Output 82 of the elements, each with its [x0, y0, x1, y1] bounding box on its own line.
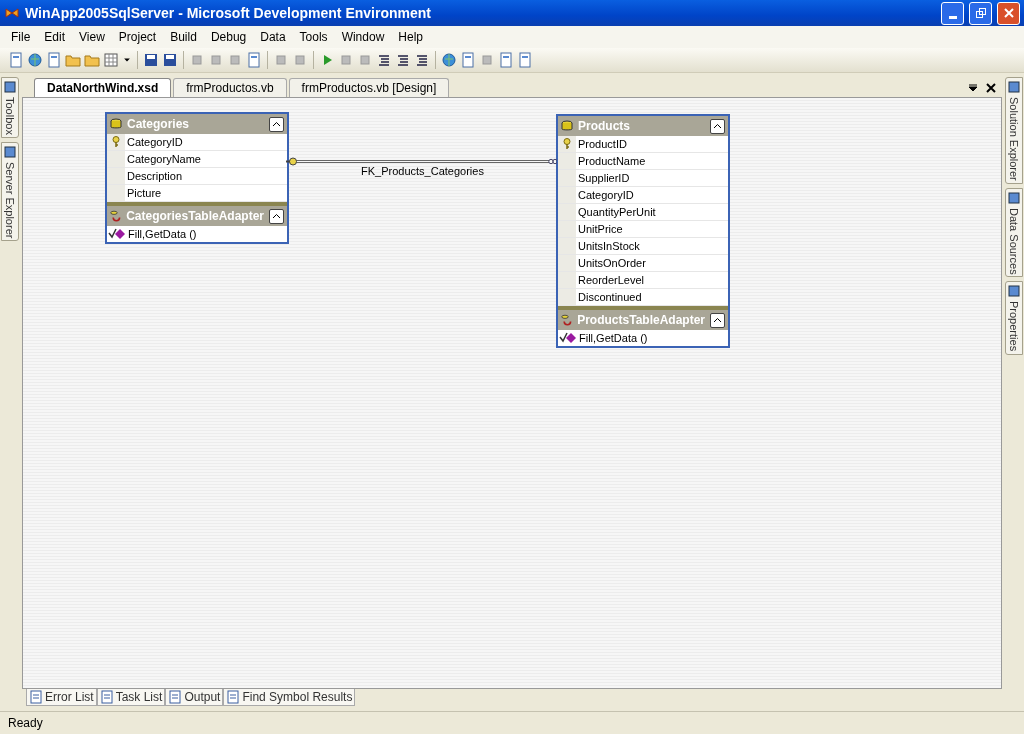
menu-item[interactable]: Data — [253, 28, 293, 46]
restore-icon — [974, 7, 987, 19]
adapter-name: CategoriesTableAdapter — [126, 209, 264, 223]
query-name[interactable]: Fill,GetData () — [579, 332, 648, 344]
adapter-icon — [561, 313, 573, 327]
folder-icon[interactable] — [84, 52, 100, 68]
key-icon — [111, 136, 121, 148]
minimize-button[interactable] — [941, 1, 964, 25]
relationship-connector[interactable] — [285, 157, 557, 166]
restore-button[interactable] — [969, 1, 992, 25]
open-folder-icon[interactable] — [65, 52, 81, 68]
tool-icon — [3, 144, 17, 159]
method-icon — [559, 332, 577, 344]
menu-item[interactable]: Project — [111, 28, 164, 46]
column-name[interactable]: Discontinued — [576, 291, 642, 303]
table-shape[interactable]: Categories CategoryID CategoryName Description Picture CategoriesTableAdapter Fill,GetData () — [105, 112, 289, 244]
column-name[interactable]: SupplierID — [576, 172, 630, 184]
save-all-icon[interactable] — [162, 52, 178, 68]
dock-tab[interactable]: Toolbox — [1, 77, 19, 138]
column-name[interactable]: QuantityPerUnit — [576, 206, 656, 218]
method-icon — [108, 228, 126, 240]
column-name[interactable]: CategoryID — [125, 136, 183, 148]
database-table-icon — [110, 118, 122, 130]
dropdown-icon[interactable] — [968, 83, 978, 93]
dock-tab[interactable]: Properties — [1005, 281, 1023, 355]
column-name[interactable]: UnitsInStock — [576, 240, 640, 252]
row-selector[interactable] — [107, 134, 125, 150]
document-tab[interactable]: frmProductos.vb [Design] — [288, 78, 450, 97]
minimize-icon — [948, 15, 957, 19]
dock-tab[interactable]: Server Explorer — [1, 141, 19, 242]
relationship-label: FK_Products_Categories — [361, 165, 484, 177]
column-name[interactable]: Description — [125, 170, 183, 182]
save-icon[interactable] — [143, 52, 159, 68]
column-name[interactable]: UnitPrice — [576, 223, 623, 235]
adapter-name: ProductsTableAdapter — [577, 313, 705, 327]
key-icon — [562, 138, 572, 150]
tool-window-tab[interactable]: Output — [165, 689, 224, 706]
tool-window-tab[interactable]: Find Symbol Results — [223, 689, 356, 706]
window-title: WinApp2005SqlServer - Microsoft Development Environment — [25, 5, 432, 21]
tool-window-tab[interactable]: Error List — [26, 689, 97, 706]
menu-item[interactable]: File — [4, 28, 38, 46]
menu-item[interactable]: View — [72, 28, 112, 46]
dock-tab[interactable]: Solution Explorer — [1005, 77, 1023, 184]
menu-item[interactable]: Window — [334, 28, 392, 46]
tool-icon — [3, 80, 17, 94]
collapse-button[interactable] — [710, 312, 725, 328]
column-name[interactable]: ProductID — [576, 138, 627, 150]
close-icon[interactable] — [986, 83, 996, 93]
tool-window-tab[interactable]: Task List — [96, 689, 166, 706]
column-name[interactable]: CategoryID — [576, 189, 634, 201]
query-name[interactable]: Fill,GetData () — [128, 228, 197, 240]
menu-item[interactable]: Build — [163, 28, 204, 46]
dock-tab[interactable]: Data Sources — [1005, 187, 1023, 278]
column-name[interactable]: UnitsOnOrder — [576, 257, 646, 269]
close-button[interactable] — [997, 1, 1020, 25]
column-name[interactable]: ProductName — [576, 155, 646, 167]
close-icon — [1002, 7, 1015, 19]
column-name[interactable]: Picture — [125, 187, 162, 199]
collapse-button[interactable] — [269, 208, 284, 224]
menu-item[interactable]: Edit — [37, 28, 73, 46]
menu-item[interactable]: Tools — [292, 28, 335, 46]
document-tab[interactable]: frmProductos.vb — [173, 78, 287, 97]
menu-item[interactable]: Debug — [203, 28, 254, 46]
tool-icon — [1007, 190, 1021, 205]
app-icon — [4, 5, 20, 21]
database-table-icon — [561, 120, 573, 132]
collapse-button[interactable] — [710, 118, 725, 134]
menu-item[interactable]: Help — [391, 28, 430, 46]
table-name: Categories — [127, 117, 191, 131]
new-project-icon[interactable] — [8, 52, 24, 68]
row-selector[interactable] — [558, 136, 576, 152]
globe-icon[interactable] — [27, 52, 43, 68]
tool-icon — [1007, 80, 1021, 94]
status-text: Ready — [8, 716, 43, 730]
table-name: Products — [578, 119, 631, 133]
tool-icon — [1007, 284, 1021, 299]
table-shape[interactable]: Products ProductID ProductName SupplierID CategoryID QuantityPerUnit UnitPrice UnitsInStock UnitsOnOrder ReorderLevel Discontinued ProductsTableAdapter Fill,GetData () — [556, 114, 730, 348]
column-name[interactable]: CategoryName — [125, 153, 201, 165]
adapter-icon — [110, 209, 122, 223]
document-tab[interactable]: DataNorthWind.xsd — [34, 78, 172, 97]
column-name[interactable]: ReorderLevel — [576, 274, 645, 286]
collapse-button[interactable] — [269, 116, 284, 132]
